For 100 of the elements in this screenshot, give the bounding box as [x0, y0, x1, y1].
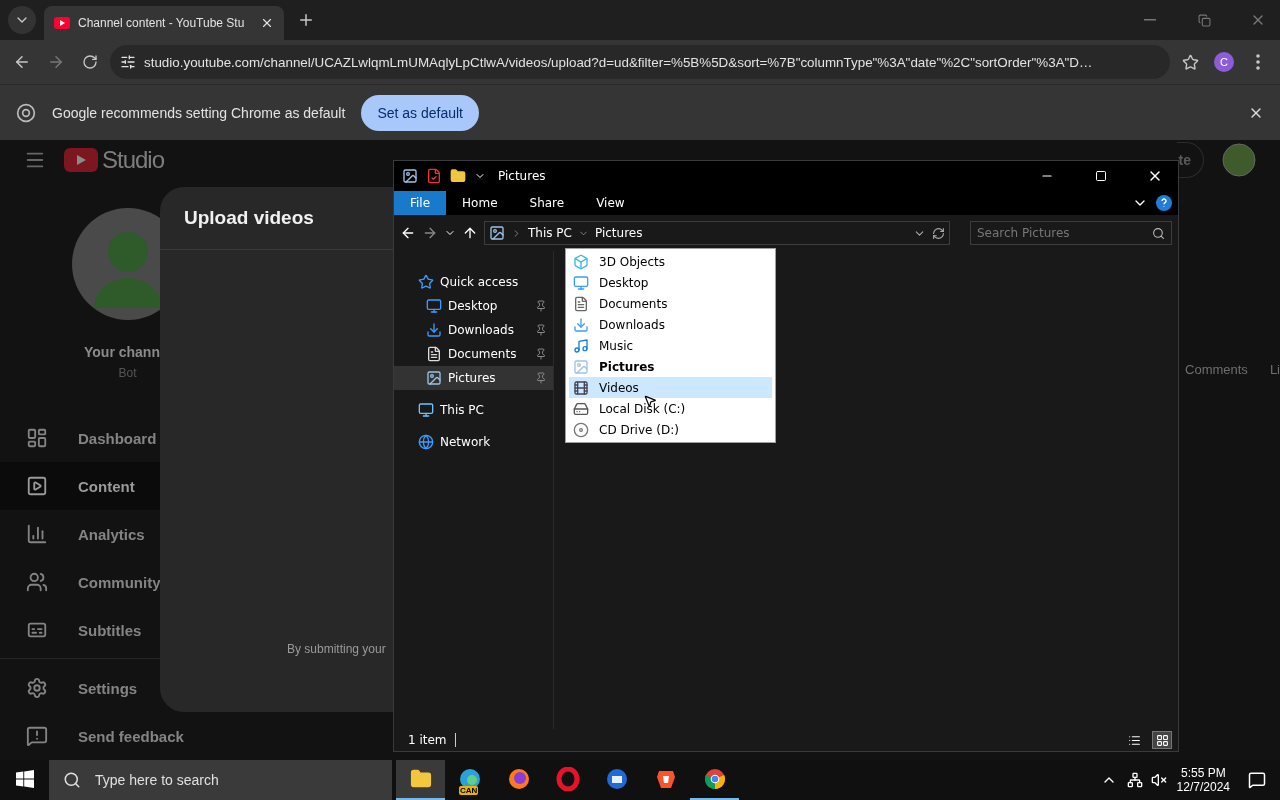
menu-item[interactable]: Local Disk (C:) — [569, 398, 772, 419]
nav-item[interactable]: Subtitles — [0, 606, 255, 654]
pin-icon — [535, 348, 547, 360]
bird-icon[interactable] — [604, 767, 629, 791]
document-icon — [573, 295, 589, 312]
up-button[interactable] — [462, 225, 478, 241]
plus-icon — [297, 11, 315, 29]
taskbar-app[interactable] — [396, 760, 445, 800]
picture-icon — [426, 370, 442, 386]
nav-item[interactable]: Dashboard — [0, 414, 255, 462]
network-icon — [418, 434, 434, 450]
settings-icon — [26, 677, 48, 699]
menu-item[interactable]: Downloads — [569, 314, 772, 335]
picture-icon — [402, 168, 418, 184]
column-header: Li — [1269, 362, 1280, 377]
folder-icon[interactable] — [450, 168, 466, 184]
folder-icon[interactable] — [409, 768, 432, 790]
nav-item[interactable]: Desktop — [394, 294, 553, 318]
pin-icon — [535, 372, 547, 384]
star-icon — [1181, 53, 1199, 71]
search-field[interactable]: Search Pictures — [970, 221, 1172, 245]
dashboard-icon — [26, 427, 48, 449]
taskbar-search[interactable]: Type here to search — [49, 760, 392, 800]
picture-icon — [573, 358, 589, 375]
download-icon — [573, 316, 589, 333]
menu-item[interactable]: Videos — [569, 377, 772, 398]
reload-icon — [82, 54, 98, 70]
video-icon — [26, 475, 48, 497]
taskbar-app[interactable]: CAN — [445, 760, 494, 800]
volume-icon[interactable] — [1150, 772, 1167, 788]
nav-item[interactable]: Analytics — [0, 510, 255, 558]
back-button[interactable] — [400, 225, 416, 241]
menu-item[interactable]: Music — [569, 335, 772, 356]
list-icon — [1127, 733, 1141, 747]
menu-item[interactable]: Pictures — [569, 356, 772, 377]
nav-item[interactable]: Documents — [394, 342, 553, 366]
cube-icon — [573, 253, 589, 270]
document-icon — [426, 346, 442, 362]
window-title: Pictures — [498, 169, 546, 183]
ribbon-tab[interactable]: View — [580, 191, 641, 215]
pin-icon — [535, 300, 547, 312]
maximize-icon — [1095, 170, 1107, 182]
address-bar[interactable]: studio.youtube.com/channel/UCAZLwlqmLmUMAqlyLpCtlwA/videos/upload?d=ud&filter=%5B%5D&sort=%7B"columnType"%3A"date"%2C"sortOrder"%3A"D… — [110, 45, 1170, 79]
nav-item[interactable]: Downloads — [394, 318, 553, 342]
nav-item[interactable]: Quick access — [394, 270, 553, 294]
clock[interactable]: 5:55 PM 12/7/2024 — [1176, 766, 1230, 794]
nav-item[interactable]: Settings — [0, 664, 255, 712]
properties-icon[interactable] — [426, 168, 442, 184]
nav-item[interactable]: Community — [0, 558, 255, 606]
ribbon-tab[interactable]: Share — [513, 191, 581, 215]
view-button[interactable] — [1152, 731, 1172, 749]
terms-text: By submitting your — [286, 642, 387, 656]
app-badge: CAN — [459, 786, 479, 795]
ring-icon[interactable] — [555, 767, 580, 791]
search-icon — [63, 771, 81, 789]
nav-item[interactable]: Send feedback — [0, 712, 255, 760]
drive-icon — [573, 400, 589, 417]
notification-icon[interactable] — [1248, 771, 1266, 789]
star-icon — [418, 274, 434, 290]
menu-item[interactable]: Desktop — [569, 272, 772, 293]
nav-item[interactable]: Pictures — [394, 366, 553, 390]
feedback-icon — [26, 725, 48, 747]
help-icon[interactable] — [1156, 195, 1172, 211]
browser-icon[interactable] — [506, 767, 531, 791]
breadcrumb-item[interactable]: Pictures — [594, 226, 643, 240]
nav-item[interactable]: This PC — [394, 398, 553, 422]
status-text: 1 item — [408, 733, 447, 747]
avatar — [1222, 143, 1256, 177]
infobar-message: Google recommends setting Chrome as default — [52, 104, 346, 121]
minimize-icon — [1144, 19, 1156, 21]
set-default-button[interactable]: Set as default — [361, 94, 479, 131]
monitor-icon — [426, 298, 442, 314]
tab-search-button[interactable] — [8, 6, 36, 34]
pin-icon — [535, 324, 547, 336]
ribbon-tab[interactable]: Home — [446, 191, 514, 215]
forward-button[interactable] — [422, 225, 438, 241]
search-icon — [1152, 226, 1165, 240]
people-icon — [26, 571, 48, 593]
menu-item[interactable]: CD Drive (D:) — [569, 419, 772, 440]
address-bar[interactable]: This PC Pictures — [484, 221, 950, 245]
menu-item[interactable]: Documents — [569, 293, 772, 314]
computer-icon — [418, 402, 434, 418]
ribbon-tab[interactable]: File — [394, 191, 447, 215]
channel-handle: Bot — [118, 366, 137, 380]
download-icon — [426, 322, 442, 338]
chrome-icon[interactable] — [702, 767, 727, 791]
close-icon[interactable] — [260, 16, 274, 30]
windows-logo-icon — [15, 770, 34, 788]
network-icon[interactable] — [1126, 772, 1143, 788]
refresh-icon[interactable] — [932, 226, 945, 240]
studio-logo: Studio — [64, 146, 165, 174]
music-note-icon — [573, 337, 589, 354]
site-info-icon[interactable] — [120, 54, 136, 70]
film-icon — [573, 379, 589, 396]
browser-tab[interactable]: Channel content - YouTube Stu — [44, 6, 284, 40]
menu-item[interactable]: 3D Objects — [569, 251, 772, 272]
nav-item[interactable]: Network — [394, 430, 553, 454]
chart-icon — [26, 523, 48, 545]
breadcrumb-item[interactable]: This PC — [528, 226, 572, 240]
more-icon — [1256, 54, 1260, 70]
